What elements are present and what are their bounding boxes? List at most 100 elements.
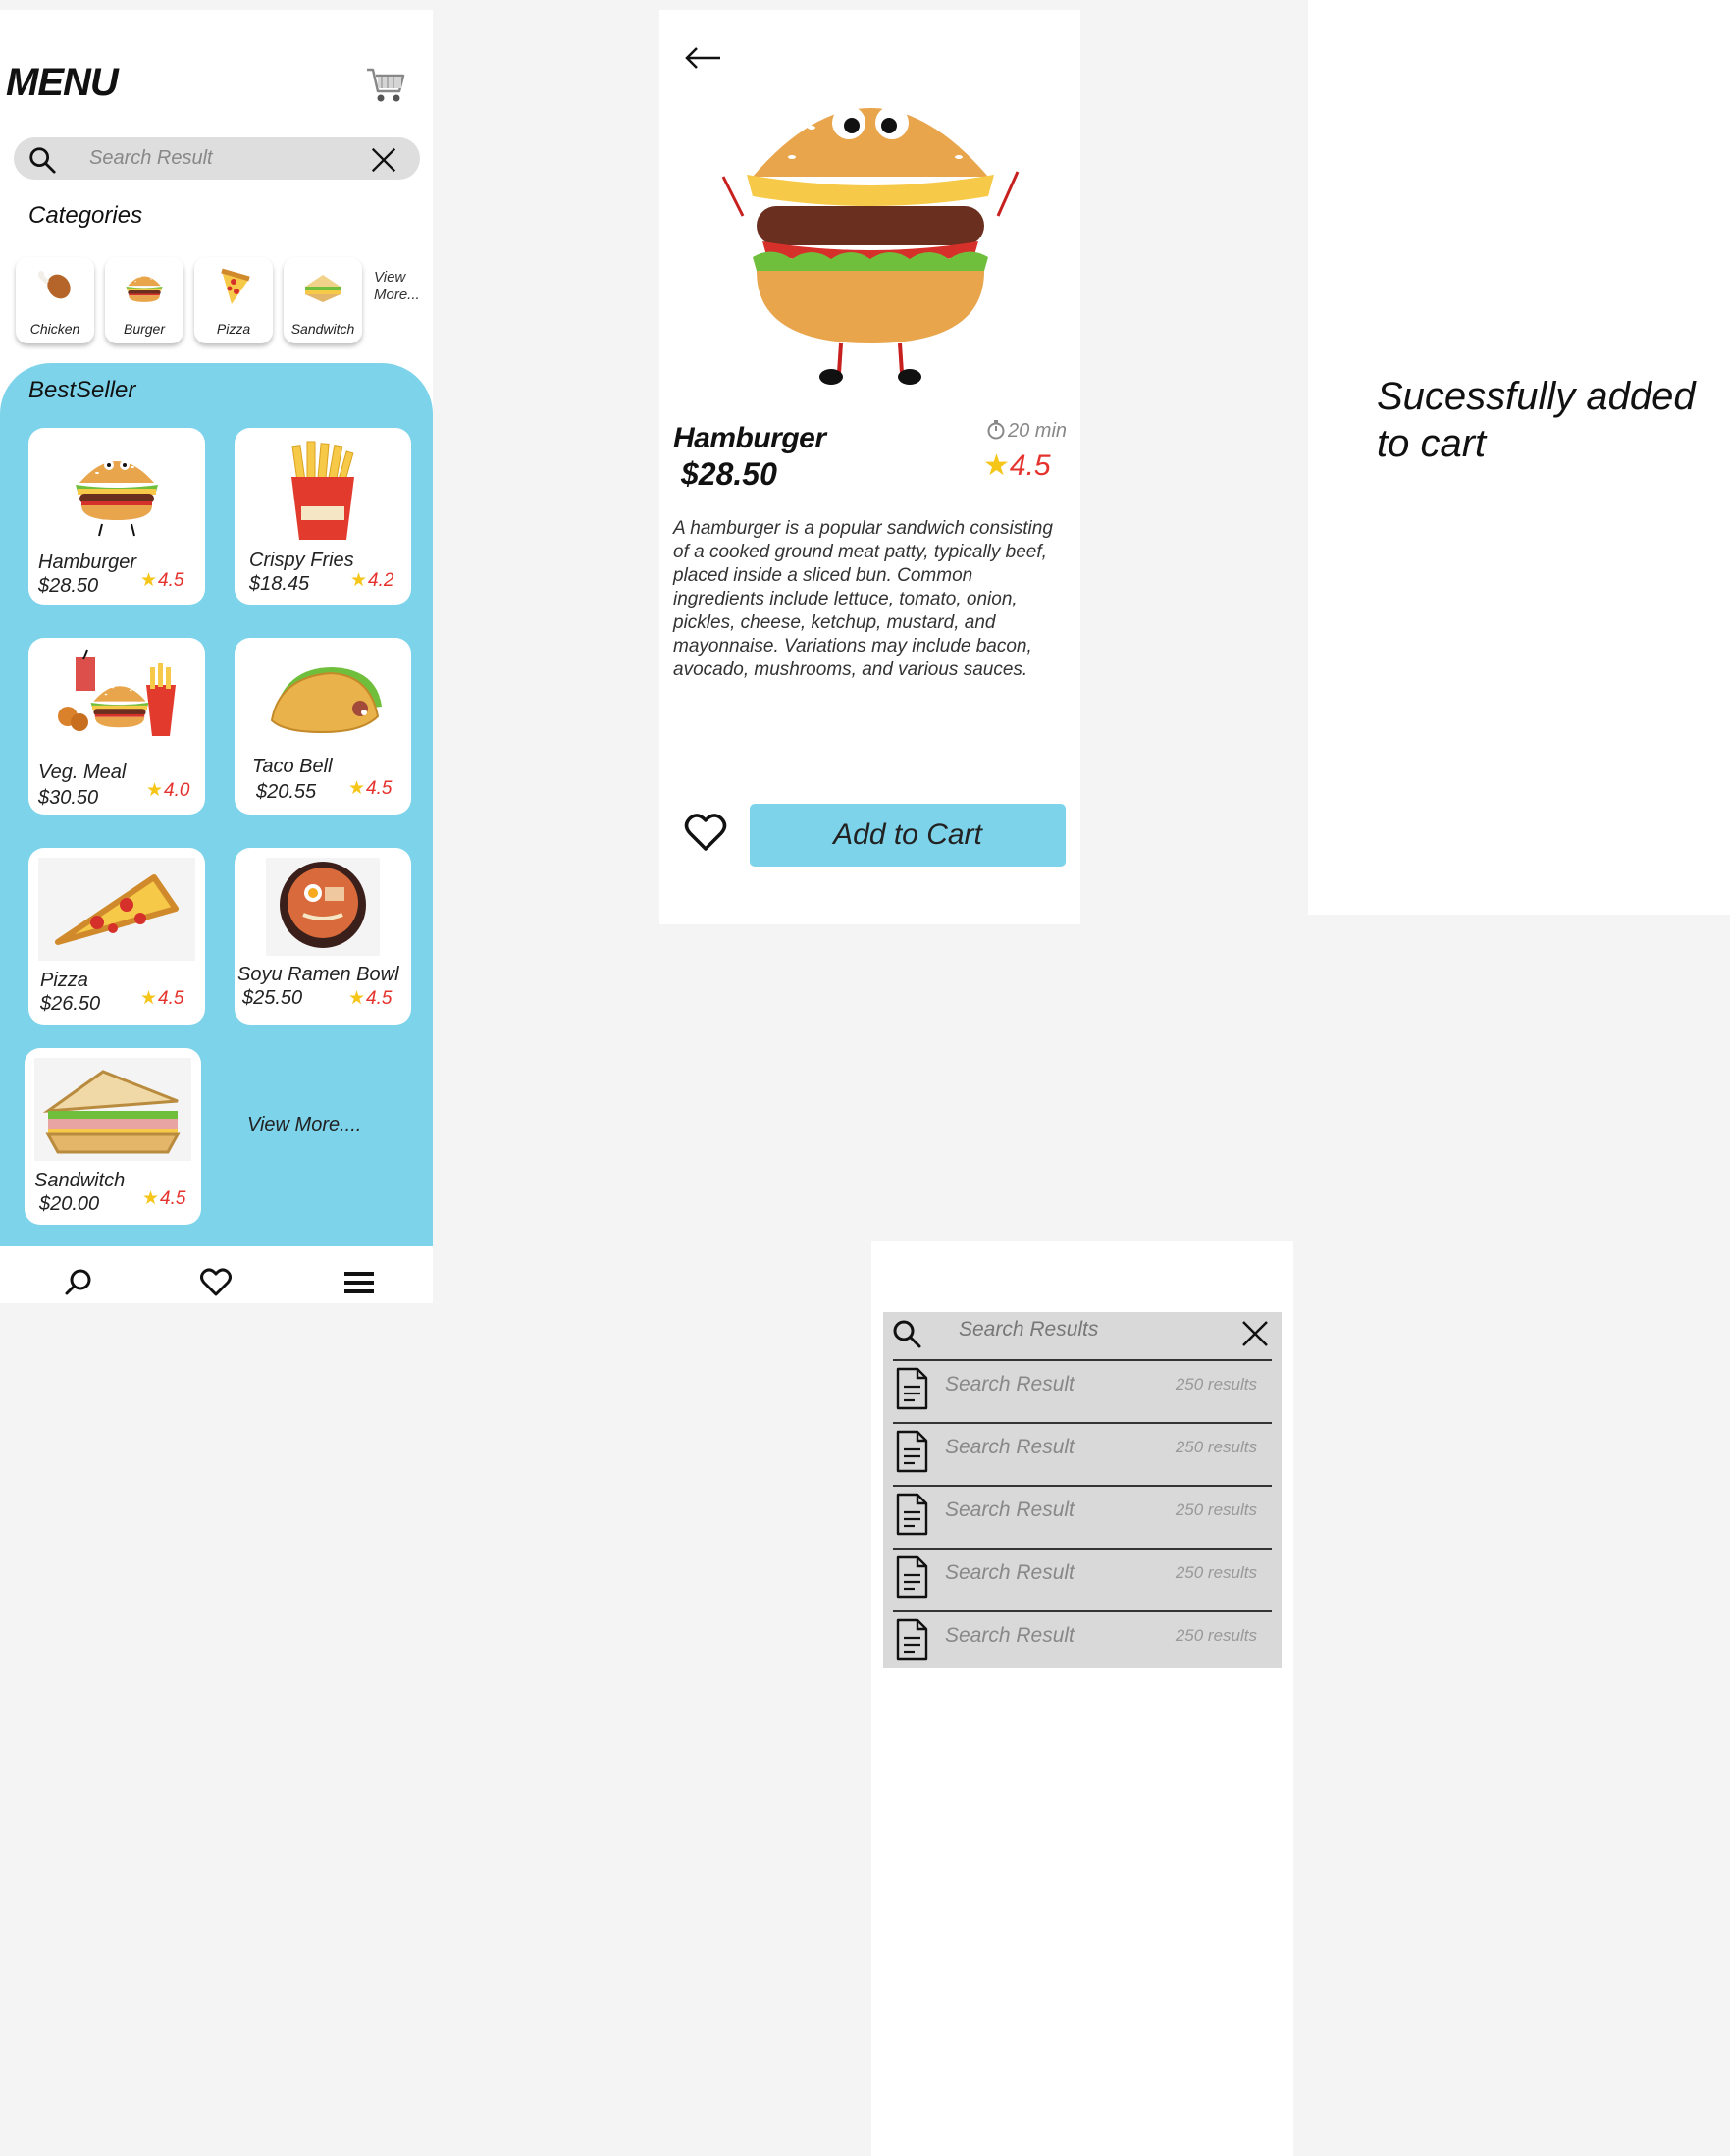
search-icon[interactable] xyxy=(27,145,57,175)
result-label: Search Result xyxy=(945,1561,1075,1584)
document-icon xyxy=(895,1555,928,1599)
product-description: A hamburger is a popular sandwich consis… xyxy=(673,518,1053,680)
page-title: MENU xyxy=(6,61,119,104)
ramen-image xyxy=(266,858,380,956)
search-bar[interactable]: Search Result xyxy=(14,137,420,180)
success-message: Sucessfully added to cart xyxy=(1377,375,1696,465)
result-row[interactable]: Search Result 250 results xyxy=(893,1422,1272,1485)
burger-icon xyxy=(123,265,166,308)
category-pizza[interactable]: Pizza xyxy=(194,257,273,343)
product-name: Taco Bell xyxy=(252,756,333,777)
category-burger[interactable]: Burger xyxy=(105,257,183,343)
product-card-veg-meal[interactable]: Veg. Meal $30.50 ★4.0 xyxy=(28,638,205,815)
star-icon: ★ xyxy=(146,780,164,801)
star-icon: ★ xyxy=(348,778,366,799)
product-rating: ★4.5 xyxy=(348,988,393,1009)
product-rating: ★4.5 xyxy=(142,1188,186,1209)
add-to-cart-button[interactable]: Add to Cart xyxy=(750,804,1066,867)
star-icon: ★ xyxy=(983,449,1010,482)
hamburger-hero-image xyxy=(721,104,1020,385)
menu-screen: MENU Search Result Categories Chicken Bu… xyxy=(0,10,433,1303)
product-rating: ★4.0 xyxy=(146,780,190,801)
search-input[interactable]: Search Results xyxy=(959,1318,1098,1341)
search-icon[interactable] xyxy=(891,1318,922,1349)
product-rating: ★4.5 xyxy=(140,570,184,591)
category-label: Pizza xyxy=(216,321,251,337)
product-price: $18.45 xyxy=(249,573,310,595)
hamburger-menu-icon[interactable] xyxy=(342,1266,376,1299)
result-row[interactable]: Search Result 250 results xyxy=(893,1548,1272,1610)
taco-image xyxy=(270,667,382,734)
view-more-link[interactable]: View More.... xyxy=(247,1114,361,1136)
star-icon: ★ xyxy=(350,570,368,591)
star-icon: ★ xyxy=(140,988,158,1009)
product-price: $28.50 xyxy=(681,456,777,492)
document-icon xyxy=(895,1367,928,1410)
star-icon: ★ xyxy=(142,1188,160,1209)
product-card-hamburger[interactable]: Hamburger $28.50 ★4.5 xyxy=(28,428,205,605)
result-count: 250 results xyxy=(1175,1500,1257,1519)
shopping-cart-icon[interactable] xyxy=(365,64,408,107)
categories-heading: Categories xyxy=(28,202,143,229)
category-label: Burger xyxy=(123,321,166,337)
result-label: Search Result xyxy=(945,1373,1075,1395)
product-price: $30.50 xyxy=(38,787,99,809)
document-icon xyxy=(895,1618,928,1661)
category-label: Chicken xyxy=(29,321,80,337)
category-sandwich[interactable]: Sandwitch xyxy=(284,257,362,343)
success-screen: Sucessfully added to cart xyxy=(1308,0,1730,915)
product-card-ramen-bowl[interactable]: Soyu Ramen Bowl $25.50 ★4.5 xyxy=(235,848,411,1025)
heart-icon[interactable] xyxy=(199,1266,233,1299)
product-name: Veg. Meal xyxy=(38,762,127,783)
result-count: 250 results xyxy=(1175,1626,1257,1645)
product-card-crispy-fries[interactable]: Crispy Fries $18.45 ★4.2 xyxy=(235,428,411,605)
favorite-heart-icon[interactable] xyxy=(683,810,728,855)
search-results-screen: Search Results Search Result 250 results… xyxy=(871,1241,1293,2156)
product-name: Soyu Ramen Bowl xyxy=(237,964,399,985)
hamburger-image xyxy=(76,458,158,537)
result-row[interactable]: Search Result 250 results xyxy=(893,1359,1272,1422)
star-icon: ★ xyxy=(348,988,366,1009)
product-card-pizza[interactable]: Pizza $26.50 ★4.5 xyxy=(28,848,205,1025)
category-label: Sandwitch xyxy=(290,321,355,337)
search-icon[interactable] xyxy=(62,1266,95,1299)
product-price: $20.00 xyxy=(39,1193,100,1215)
close-icon[interactable] xyxy=(369,145,398,175)
document-icon xyxy=(895,1493,928,1536)
prep-time: 20 min xyxy=(986,420,1067,443)
result-row[interactable]: Search Result 250 results xyxy=(893,1610,1272,1673)
product-title: Hamburger xyxy=(673,422,826,454)
product-rating: ★4.5 xyxy=(983,449,1051,482)
result-row[interactable]: Search Result 250 results xyxy=(893,1485,1272,1548)
categories-view-more-link[interactable]: View More... xyxy=(374,269,433,304)
meal-image xyxy=(58,649,176,736)
document-icon xyxy=(895,1430,928,1473)
close-icon[interactable] xyxy=(1239,1318,1271,1349)
product-card-sandwich[interactable]: Sandwitch $20.00 ★4.5 xyxy=(25,1048,201,1225)
result-count: 250 results xyxy=(1175,1563,1257,1582)
sandwich-image xyxy=(34,1058,191,1161)
product-price: $25.50 xyxy=(242,987,303,1009)
category-chicken[interactable]: Chicken xyxy=(16,257,94,343)
product-price: $20.55 xyxy=(256,781,317,803)
search-results-panel: Search Results Search Result 250 results… xyxy=(883,1312,1282,1668)
chicken-leg-icon xyxy=(38,271,71,299)
search-input[interactable]: Search Result xyxy=(89,147,213,170)
result-label: Search Result xyxy=(945,1499,1075,1521)
search-bar[interactable]: Search Results xyxy=(883,1312,1282,1359)
product-price: $26.50 xyxy=(40,993,101,1015)
product-name: Hamburger xyxy=(38,552,137,573)
bestseller-heading: BestSeller xyxy=(28,377,136,403)
product-rating: ★4.2 xyxy=(350,570,394,591)
product-name: Crispy Fries xyxy=(249,550,354,571)
product-name: Sandwitch xyxy=(34,1170,126,1191)
stopwatch-icon xyxy=(987,420,1005,440)
product-card-taco-bell[interactable]: Taco Bell $20.55 ★4.5 xyxy=(235,638,411,815)
star-icon: ★ xyxy=(140,570,158,591)
product-price: $28.50 xyxy=(38,575,99,597)
result-count: 250 results xyxy=(1175,1375,1257,1394)
product-detail-screen: Hamburger $28.50 20 min ★4.5 A hamburger… xyxy=(659,10,1080,924)
bottom-nav xyxy=(0,1252,433,1303)
sandwich-icon xyxy=(305,275,341,302)
result-count: 250 results xyxy=(1175,1438,1257,1456)
